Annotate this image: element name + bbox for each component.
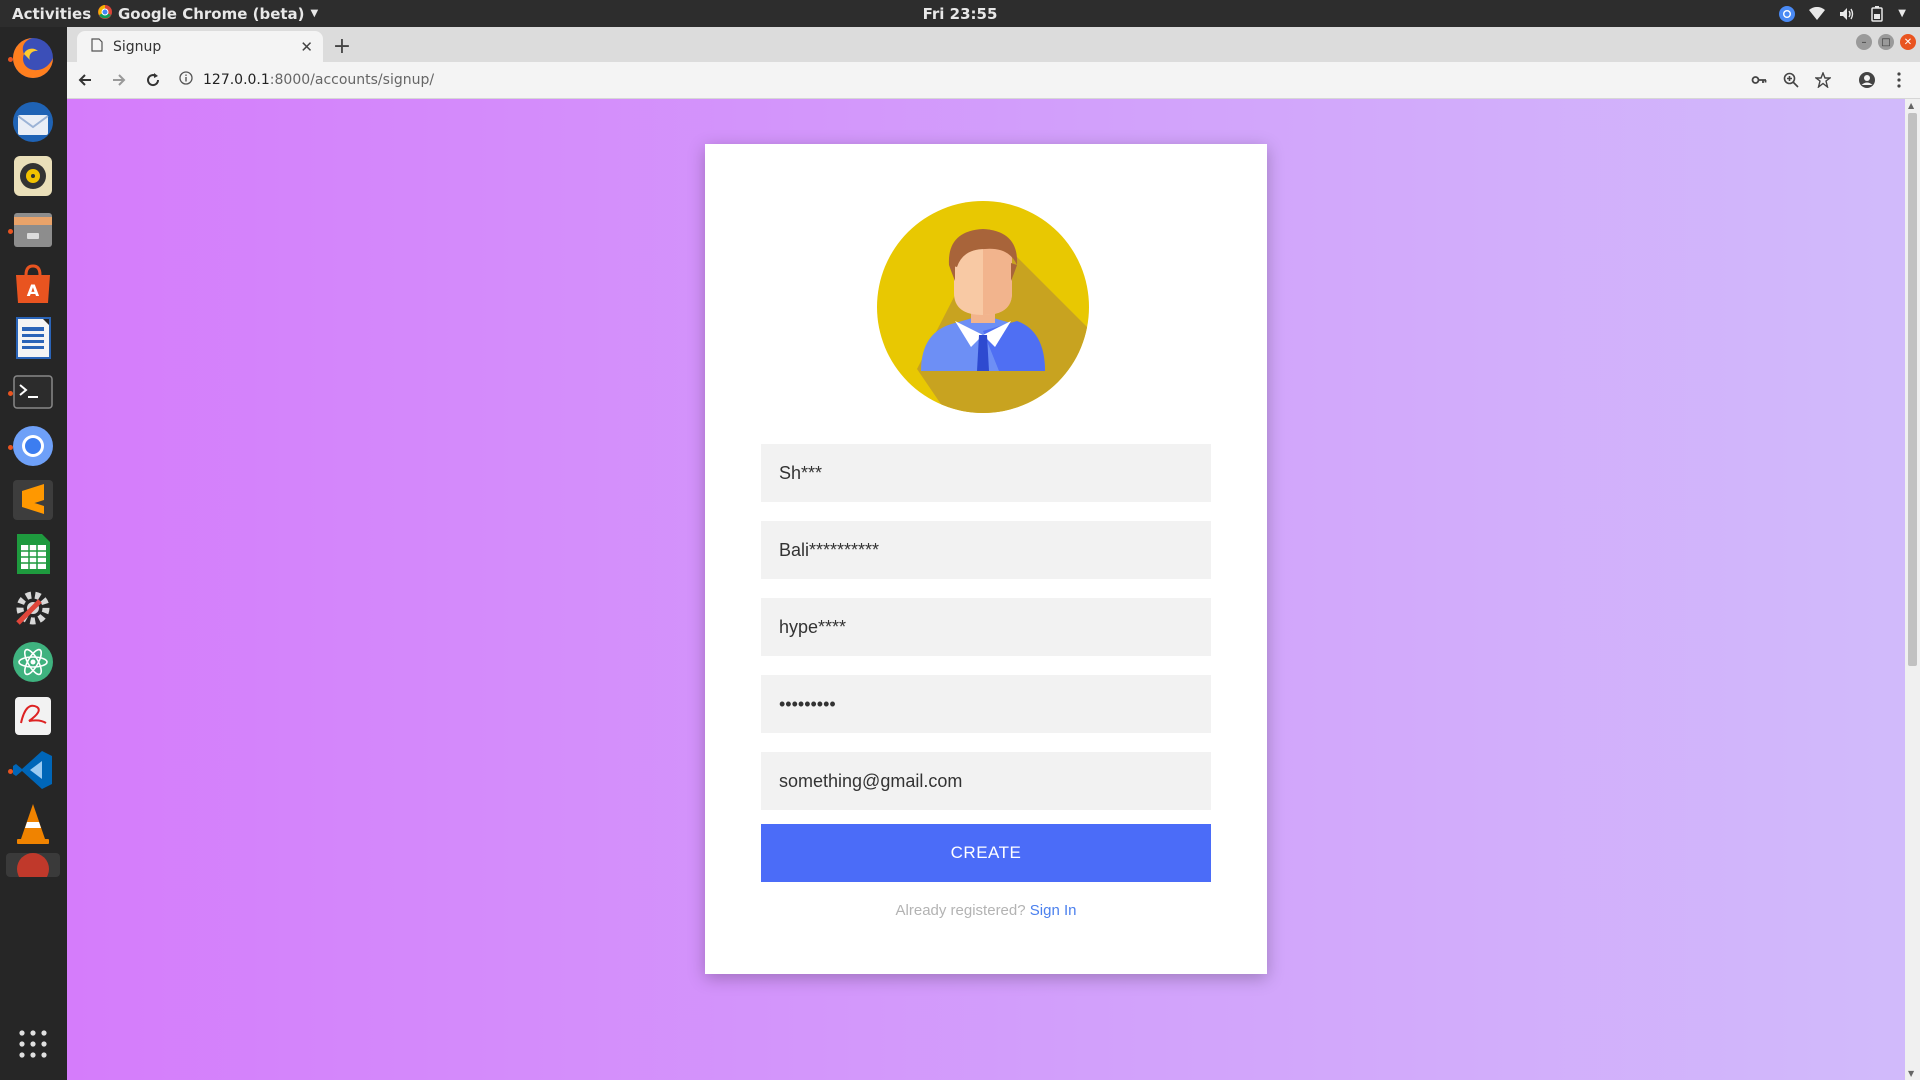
arrow-left-icon: [78, 74, 91, 86]
system-menu-chevron-icon[interactable]: ▼: [1898, 8, 1906, 19]
info-icon[interactable]: [179, 71, 193, 89]
forward-button[interactable]: [103, 64, 135, 96]
url-path: :8000/accounts/signup/: [269, 72, 435, 88]
battery-icon[interactable]: [1868, 5, 1886, 23]
vscode-icon: [10, 747, 56, 797]
create-button[interactable]: CREATE: [761, 824, 1211, 882]
dock-item-libreoffice-writer[interactable]: [6, 313, 60, 367]
dock-item-files[interactable]: [6, 205, 60, 259]
dock-item-thunderbird[interactable]: [6, 97, 60, 151]
browser-window: Signup ✕ + – □ ✕ 127.0.0.1:8000/accounts…: [67, 27, 1920, 1080]
chrome-indicator-icon[interactable]: [1778, 5, 1796, 23]
reload-button[interactable]: [137, 64, 169, 96]
firefox-icon: [10, 35, 56, 85]
address-bar[interactable]: 127.0.0.1:8000/accounts/signup/: [179, 71, 1748, 89]
vlc-icon: [10, 801, 56, 851]
last-name-field[interactable]: [761, 521, 1211, 579]
browser-toolbar: 127.0.0.1:8000/accounts/signup/: [67, 62, 1920, 99]
thunderbird-icon: [10, 99, 56, 149]
new-tab-button[interactable]: +: [329, 33, 355, 59]
dock-item-sublime-text[interactable]: [6, 475, 60, 529]
arrow-right-icon: [113, 74, 126, 86]
tab-signup[interactable]: Signup ✕: [77, 31, 323, 62]
already-registered-text: Already registered?: [895, 902, 1026, 919]
url-text: 127.0.0.1:8000/accounts/signup/: [203, 72, 434, 88]
svg-text:A: A: [27, 281, 40, 300]
libreoffice-calc-icon: [10, 531, 56, 581]
reload-icon: [147, 73, 160, 87]
sign-in-prompt: Already registered? Sign In: [705, 902, 1267, 919]
dock-item-evince[interactable]: [6, 691, 60, 745]
app-icon: [13, 853, 53, 877]
signup-card: CREATE Already registered? Sign In: [705, 144, 1267, 974]
bookmark-star-icon[interactable]: [1812, 69, 1834, 91]
sublime-text-icon: [10, 477, 56, 527]
gnome-top-bar: Activities Google Chrome (beta) ▼ Fri 23…: [0, 0, 1920, 27]
system-tray: ▼: [1778, 0, 1906, 27]
password-field[interactable]: [761, 675, 1211, 733]
maximize-icon[interactable]: □: [1878, 34, 1894, 50]
url-host: 127.0.0.1: [203, 72, 270, 88]
running-indicator: [8, 229, 13, 234]
atom-icon: [10, 639, 56, 689]
close-tab-icon[interactable]: ✕: [300, 38, 313, 56]
dock-item-system-tools[interactable]: [6, 583, 60, 637]
terminal-icon: [10, 369, 56, 419]
first-name-field[interactable]: [761, 444, 1211, 502]
minimize-icon[interactable]: –: [1856, 34, 1872, 50]
files-icon: [10, 207, 56, 257]
username-field[interactable]: [761, 598, 1211, 656]
dock-item-libreoffice-calc[interactable]: [6, 529, 60, 583]
sign-in-link[interactable]: Sign In: [1030, 902, 1077, 919]
libreoffice-writer-icon: [10, 315, 56, 365]
email-field[interactable]: [761, 752, 1211, 810]
dock-item-atom[interactable]: [6, 637, 60, 691]
dock-item-vscode[interactable]: [6, 745, 60, 799]
vertical-scrollbar[interactable]: ▲ ▼: [1905, 99, 1920, 1080]
key-icon[interactable]: [1748, 69, 1770, 91]
user-avatar-icon: [877, 201, 1089, 413]
page-icon: [91, 37, 103, 56]
dock-item-ubuntu-software[interactable]: A: [6, 259, 60, 313]
running-indicator: [8, 391, 13, 396]
profile-icon[interactable]: [1856, 69, 1878, 91]
chrome-beta-icon: [98, 4, 112, 23]
window-controls: – □ ✕: [1856, 34, 1916, 50]
grid-icon: [17, 1028, 49, 1064]
dock-item-vlc[interactable]: [6, 799, 60, 853]
chevron-down-icon: ▼: [310, 8, 319, 19]
tab-title: Signup: [113, 38, 162, 55]
more-menu-icon[interactable]: [1888, 69, 1910, 91]
back-button[interactable]: [69, 64, 101, 96]
dock: A: [0, 27, 67, 1080]
dock-item-partial[interactable]: [6, 853, 60, 877]
system-tools-icon: [10, 585, 56, 635]
scroll-down-icon[interactable]: ▼: [1908, 1069, 1914, 1078]
tab-strip: Signup ✕ + – □ ✕: [67, 27, 1920, 62]
page-viewport: CREATE Already registered? Sign In ▲ ▼: [67, 99, 1920, 1080]
wifi-icon[interactable]: [1808, 5, 1826, 23]
dock-item-rhythmbox[interactable]: [6, 151, 60, 205]
ubuntu-software-icon: A: [10, 261, 56, 311]
scroll-up-icon[interactable]: ▲: [1908, 101, 1914, 110]
avatar: [877, 201, 1089, 413]
dock-item-terminal[interactable]: [6, 367, 60, 421]
app-menu[interactable]: Google Chrome (beta) ▼: [98, 4, 319, 23]
evince-icon: [10, 693, 56, 743]
activities-button[interactable]: Activities: [0, 5, 98, 23]
running-indicator: [8, 445, 13, 450]
running-indicator: [8, 769, 13, 774]
chromium-icon: [10, 423, 56, 473]
dock-item-firefox[interactable]: [6, 33, 60, 87]
dock-item-chromium[interactable]: [6, 421, 60, 475]
volume-icon[interactable]: [1838, 5, 1856, 23]
rhythmbox-icon: [10, 153, 56, 203]
close-window-icon[interactable]: ✕: [1900, 34, 1916, 50]
app-menu-label: Google Chrome (beta): [118, 4, 305, 23]
zoom-icon[interactable]: [1780, 69, 1802, 91]
running-indicator: [8, 57, 13, 62]
scrollbar-thumb[interactable]: [1908, 113, 1917, 666]
show-applications-button[interactable]: [6, 1019, 60, 1073]
toolbar-right: [1748, 69, 1910, 91]
